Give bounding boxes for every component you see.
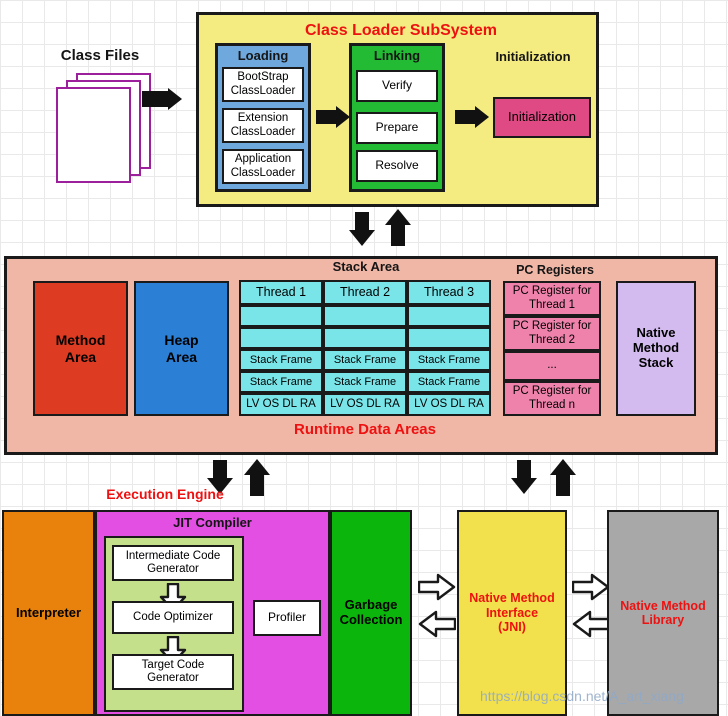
application-classloader-line2: ClassLoader [230,166,296,179]
extension-classloader-line2: ClassLoader [230,125,296,138]
intermediate-code-generator-box[interactable]: Intermediate Code Generator [112,545,234,581]
pc-register-thread-2-line2: Thread 2 [528,333,576,346]
pc-register-thread-2-line1: PC Register for [512,320,592,333]
stack-thread-3-row-4: Stack Frame [407,371,491,393]
native-method-library-box[interactable]: Native Method Library [607,510,719,716]
watermark: https://blog.csdn.net/A_art_xiang [480,688,684,704]
bootstrap-classloader-line2: ClassLoader [230,84,296,97]
target-code-generator-line1: Target Code [141,658,205,671]
heap-area-line1: Heap [164,332,199,349]
bootstrap-classloader-box[interactable]: BootStrap ClassLoader [222,67,304,102]
interpreter-box[interactable]: Interpreter [2,510,95,716]
runtime-data-areas-title: Runtime Data Areas [294,421,436,438]
extension-classloader-box[interactable]: Extension ClassLoader [222,108,304,143]
heap-area-box[interactable]: Heap Area [134,281,229,416]
jit-compiler-header: JIT Compiler [173,515,252,530]
native-method-interface-box[interactable]: Native Method Interface (JNI) [457,510,567,716]
intermediate-code-generator-line2: Generator [147,563,199,575]
execution-engine-title: Execution Engine [106,486,224,502]
initialization-header: Initialization [495,49,571,64]
pc-register-ellipsis: ... [503,351,601,381]
native-method-interface-line2: Interface [485,605,539,620]
code-optimizer-box[interactable]: Code Optimizer [112,601,234,634]
arrow-gc-to-jni-right [418,573,456,601]
bootstrap-classloader-line1: BootStrap [237,71,289,84]
native-method-library-line1: Native Method [620,598,706,613]
native-method-stack-line3: Stack [638,354,674,370]
garbage-collection-line1: Garbage [344,597,398,613]
class-loader-subsystem-title: Class Loader SubSystem [304,22,498,39]
jvm-architecture-diagram: Class Files Class Loader SubSystem Loadi… [0,0,728,716]
stack-thread-2-row-2 [323,327,407,349]
loading-header: Loading [237,48,289,63]
arrow-jni-to-gc-left [418,610,456,638]
stack-thread-2-row-1 [323,305,407,327]
method-area-line1: Method [55,332,106,349]
stack-thread-3-row-5: LV OS DL RA [407,393,491,416]
stack-thread-2-row-4: Stack Frame [323,371,407,393]
verify-box[interactable]: Verify [356,70,438,102]
application-classloader-box[interactable]: Application ClassLoader [222,149,304,184]
pc-register-thread-2: PC Register for Thread 2 [503,316,601,351]
prepare-box[interactable]: Prepare [356,112,438,144]
arrow-library-to-jni-left [572,610,610,638]
stack-thread-3-row-3: Stack Frame [407,349,491,371]
stack-thread-2-row-5: LV OS DL RA [323,393,407,416]
pc-register-thread-1-line2: Thread 1 [528,298,576,311]
pc-register-thread-n-line2: Thread n [528,398,576,411]
stack-thread-1-row-2 [239,327,323,349]
garbage-collection-line2: Collection [339,612,403,627]
heap-area-line2: Area [165,348,198,365]
stack-thread-1-row-1 [239,305,323,327]
stack-thread-1-row-5: LV OS DL RA [239,393,323,416]
stack-thread-1-header: Thread 1 [239,280,323,305]
target-code-generator-line2: Generator [147,672,199,684]
pc-register-thread-1-line1: PC Register for [512,285,592,298]
native-method-stack-line2: Method [632,340,680,356]
pc-registers-header: PC Registers [516,263,594,277]
pc-register-thread-n: PC Register for Thread n [503,381,601,416]
extension-classloader-line1: Extension [237,112,289,125]
method-area-box[interactable]: Method Area [33,281,128,416]
stack-thread-2-header: Thread 2 [323,280,407,305]
pc-register-thread-n-line1: PC Register for [512,385,592,398]
stack-thread-3-row-2 [407,327,491,349]
intermediate-code-generator-line1: Intermediate Code [125,549,221,562]
profiler-box[interactable]: Profiler [253,600,321,636]
native-method-interface-line1: Native Method [469,591,555,606]
stack-thread-1-row-3: Stack Frame [239,349,323,371]
class-files-label: Class Files [60,47,140,64]
resolve-box[interactable]: Resolve [356,150,438,182]
stack-thread-3-row-1 [407,305,491,327]
stack-thread-3-header: Thread 3 [407,280,491,305]
stack-area-header: Stack Area [332,259,400,274]
stack-thread-1-row-4: Stack Frame [239,371,323,393]
native-method-interface-line3: (JNI) [498,620,526,635]
native-method-stack-line1: Native [636,325,676,341]
garbage-collection-box[interactable]: Garbage Collection [330,510,412,716]
initialization-box[interactable]: Initialization [493,97,591,138]
native-method-library-line2: Library [641,613,685,627]
target-code-generator-box[interactable]: Target Code Generator [112,654,234,690]
arrow-jni-to-library-right [572,573,610,601]
stack-thread-2-row-3: Stack Frame [323,349,407,371]
native-method-stack-box[interactable]: Native Method Stack [616,281,696,416]
class-file-sheet-1 [56,87,131,183]
linking-header: Linking [373,48,421,63]
application-classloader-line1: Application [234,153,292,166]
pc-register-thread-1: PC Register for Thread 1 [503,281,601,316]
method-area-line2: Area [64,348,97,365]
